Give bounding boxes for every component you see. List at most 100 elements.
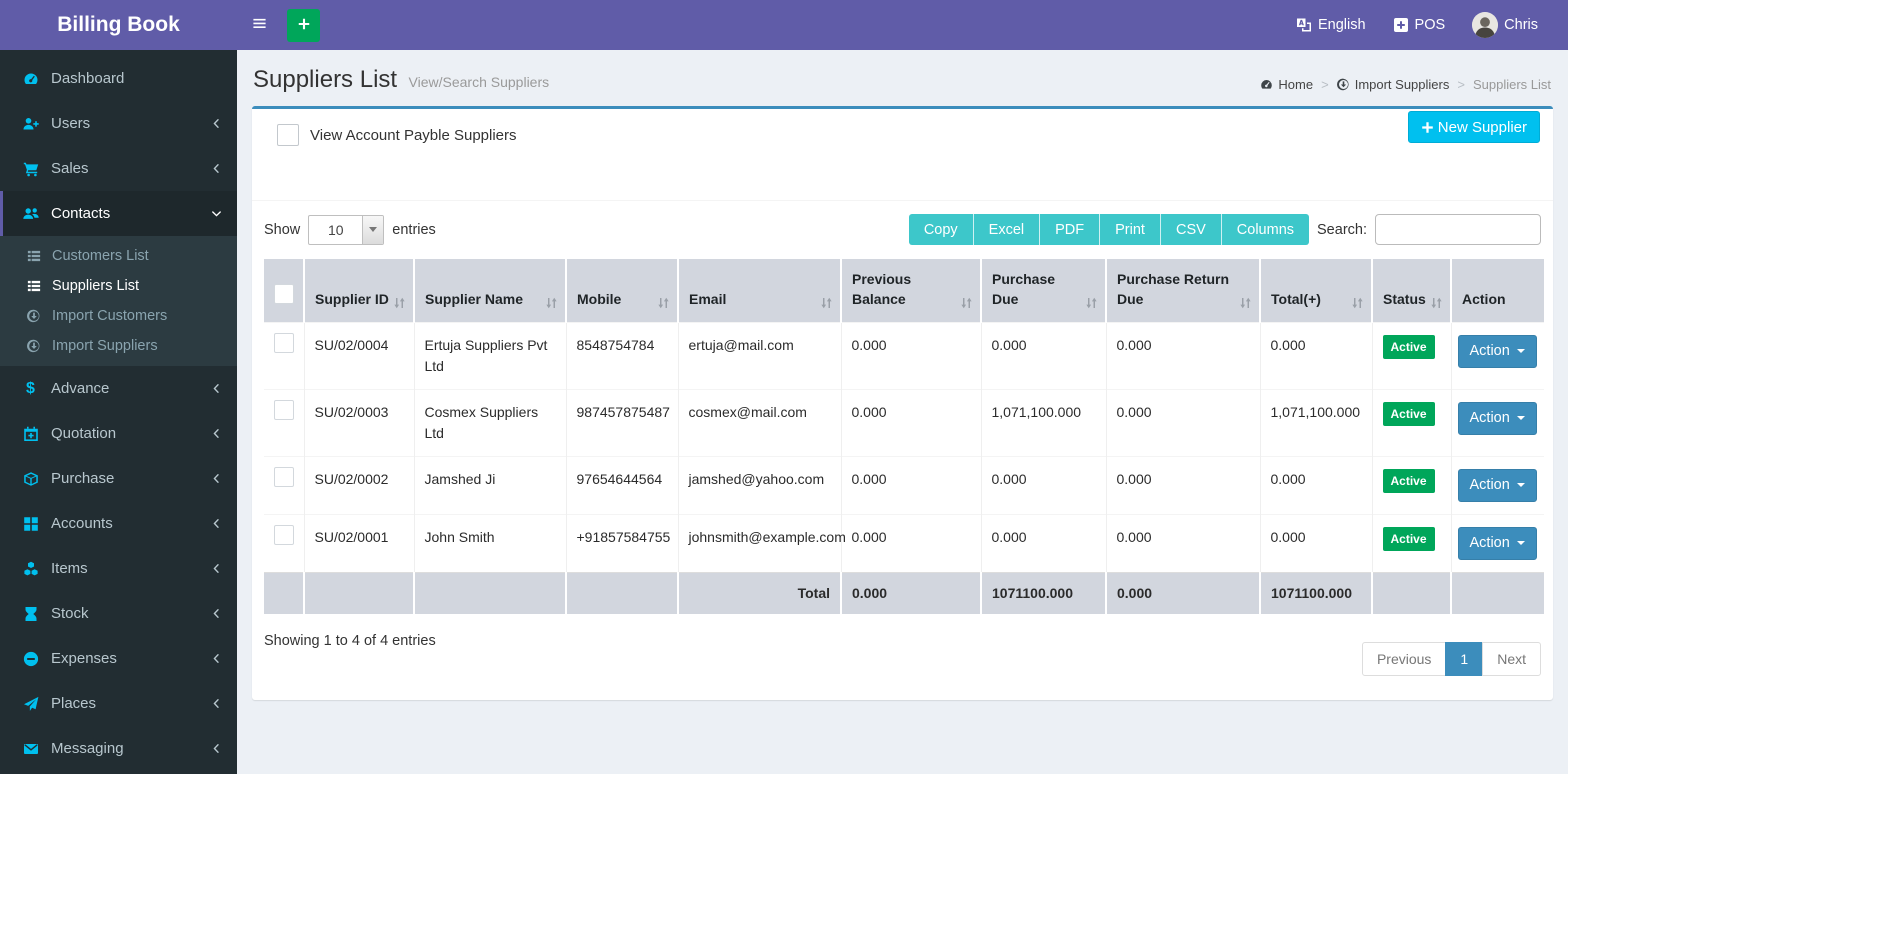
export-excel-button[interactable]: Excel xyxy=(973,214,1041,245)
select-all-checkbox[interactable] xyxy=(274,284,294,305)
export-csv-button[interactable]: CSV xyxy=(1160,214,1222,245)
pagination-previous[interactable]: Previous xyxy=(1361,641,1447,676)
action-label: Action xyxy=(1469,410,1510,427)
sidebar-item-accounts[interactable]: Accounts xyxy=(0,501,237,546)
brand-logo[interactable]: Billing Book xyxy=(0,0,237,50)
content-header: Suppliers List View/Search Suppliers Hom… xyxy=(237,50,1568,100)
column-label: Mobile xyxy=(577,291,622,308)
caret-down-icon xyxy=(1516,349,1525,354)
column-header-previous-balance[interactable]: Previous Balance xyxy=(841,259,982,323)
column-header-action[interactable]: Action xyxy=(1451,259,1544,323)
export-columns-button[interactable]: Columns xyxy=(1221,214,1310,245)
page-length-value: 10 xyxy=(327,221,344,238)
page-length-select[interactable]: 10 xyxy=(308,214,385,245)
column-header-mobile[interactable]: Mobile xyxy=(566,259,679,323)
chevron-left-icon xyxy=(211,473,222,484)
export-print-button[interactable]: Print xyxy=(1100,214,1161,245)
chevron-left-icon xyxy=(211,163,222,174)
navbar-left xyxy=(237,0,320,50)
row-checkbox[interactable] xyxy=(274,332,294,353)
action-label: Action xyxy=(1469,477,1510,494)
export-copy-button[interactable]: Copy xyxy=(908,214,974,245)
column-header-supplier-id[interactable]: Supplier ID xyxy=(304,259,415,323)
arrow-circle-icon xyxy=(25,309,42,323)
column-header-status[interactable]: Status xyxy=(1372,259,1452,323)
cell-previous-balance: 0.000 xyxy=(841,388,982,457)
pagination-page-1[interactable]: 1 xyxy=(1445,641,1484,676)
cell-email: johnsmith@example.com xyxy=(678,513,846,573)
sidebar-item-advance[interactable]: $ Advance xyxy=(0,366,237,411)
table-controls: Show 10 entries Copy Excel PDF Print CSV Colu… xyxy=(264,214,1541,245)
sidebar-item-label: Stock xyxy=(51,605,89,622)
breadcrumb-item-import-suppliers[interactable]: Import Suppliers xyxy=(1336,77,1449,92)
sidebar-toggle-button[interactable] xyxy=(237,0,281,50)
cell-purchase-return-due: 0.000 xyxy=(1106,513,1261,573)
action-label: Action xyxy=(1469,343,1510,360)
action-dropdown-button[interactable]: Action xyxy=(1457,468,1537,502)
sidebar-item-customers-list[interactable]: Customers List xyxy=(0,241,237,271)
sidebar-item-import-suppliers[interactable]: Import Suppliers xyxy=(0,331,237,361)
action-dropdown-button[interactable]: Action xyxy=(1457,526,1537,560)
show-label: Show xyxy=(264,221,301,238)
view-account-payble-checkbox[interactable] xyxy=(277,124,299,146)
row-checkbox[interactable] xyxy=(274,466,294,487)
cell-action: Action xyxy=(1451,455,1544,515)
cell-mobile: 97654644564 xyxy=(566,455,679,515)
sidebar-item-purchase[interactable]: Purchase xyxy=(0,456,237,501)
view-account-payble-filter[interactable]: View Account Payble Suppliers xyxy=(277,124,517,146)
page-title: Suppliers List xyxy=(253,66,398,93)
quick-add-button[interactable] xyxy=(287,8,320,42)
column-header-purchase-due[interactable]: Purchase Due xyxy=(981,259,1107,323)
column-header-purchase-return-due[interactable]: Purchase Return Due xyxy=(1106,259,1261,323)
cart-icon xyxy=(21,161,40,177)
column-header-total[interactable]: Total(+) xyxy=(1260,259,1373,323)
user-menu[interactable]: Chris xyxy=(1472,12,1538,38)
sidebar-item-label: Accounts xyxy=(51,515,113,532)
row-checkbox[interactable] xyxy=(274,399,294,420)
chevron-left-icon xyxy=(211,698,222,709)
sidebar-item-dashboard[interactable]: Dashboard xyxy=(0,56,237,101)
cell-supplier-name: Cosmex Suppliers Ltd xyxy=(414,388,567,457)
sidebar-item-stock[interactable]: Stock xyxy=(0,591,237,636)
sidebar-item-import-customers[interactable]: Import Customers xyxy=(0,301,237,331)
column-header-email[interactable]: Email xyxy=(678,259,842,323)
pos-button[interactable]: POS xyxy=(1393,17,1445,33)
sidebar-item-quotation[interactable]: Quotation xyxy=(0,411,237,456)
action-dropdown-button[interactable]: Action xyxy=(1457,401,1537,435)
status-badge: Active xyxy=(1382,526,1435,551)
supplier-row: SU/02/0002 Jamshed Ji 97654644564 jamshed@y… xyxy=(264,455,1544,515)
footer-cell xyxy=(1372,571,1452,614)
export-pdf-button[interactable]: PDF xyxy=(1040,214,1101,245)
users-icon xyxy=(21,206,40,222)
sort-icon xyxy=(1085,296,1098,310)
column-header-supplier-name[interactable]: Supplier Name xyxy=(414,259,567,323)
sidebar-item-label: Quotation xyxy=(51,425,117,442)
cell-previous-balance: 0.000 xyxy=(841,321,982,390)
sidebar-item-messaging[interactable]: Messaging xyxy=(0,726,237,771)
sidebar-subitem-label: Suppliers List xyxy=(52,278,140,294)
sidebar-item-places[interactable]: Places xyxy=(0,681,237,726)
footer-cell xyxy=(1451,571,1544,614)
supplier-row: SU/02/0004 Ertuja Suppliers Pvt Ltd 854875… xyxy=(264,321,1544,390)
footer-total-label: Total xyxy=(678,571,842,614)
sidebar-item-suppliers-list[interactable]: Suppliers List xyxy=(0,271,237,301)
action-label: Action xyxy=(1469,535,1510,552)
search-input[interactable] xyxy=(1375,214,1541,245)
cell-email: cosmex@mail.com xyxy=(678,388,842,457)
sidebar-item-contacts[interactable]: Contacts xyxy=(0,191,237,236)
row-checkbox[interactable] xyxy=(274,524,294,545)
breadcrumb-item-home[interactable]: Home xyxy=(1260,77,1313,92)
pagination-next[interactable]: Next xyxy=(1482,641,1541,676)
sidebar-item-items[interactable]: Items xyxy=(0,546,237,591)
cell-status: Active xyxy=(1372,455,1452,515)
new-supplier-button[interactable]: New Supplier xyxy=(1407,111,1540,143)
sidebar-item-sales[interactable]: Sales xyxy=(0,146,237,191)
plus-square-icon xyxy=(1393,17,1409,33)
arrow-circle-icon xyxy=(25,339,42,353)
th-list-icon xyxy=(25,249,42,263)
sidebar-item-expenses[interactable]: Expenses xyxy=(0,636,237,681)
action-dropdown-button[interactable]: Action xyxy=(1457,334,1537,368)
sidebar-item-users[interactable]: Users xyxy=(0,101,237,146)
footer-cell xyxy=(264,571,305,614)
language-menu[interactable]: English xyxy=(1296,17,1366,33)
